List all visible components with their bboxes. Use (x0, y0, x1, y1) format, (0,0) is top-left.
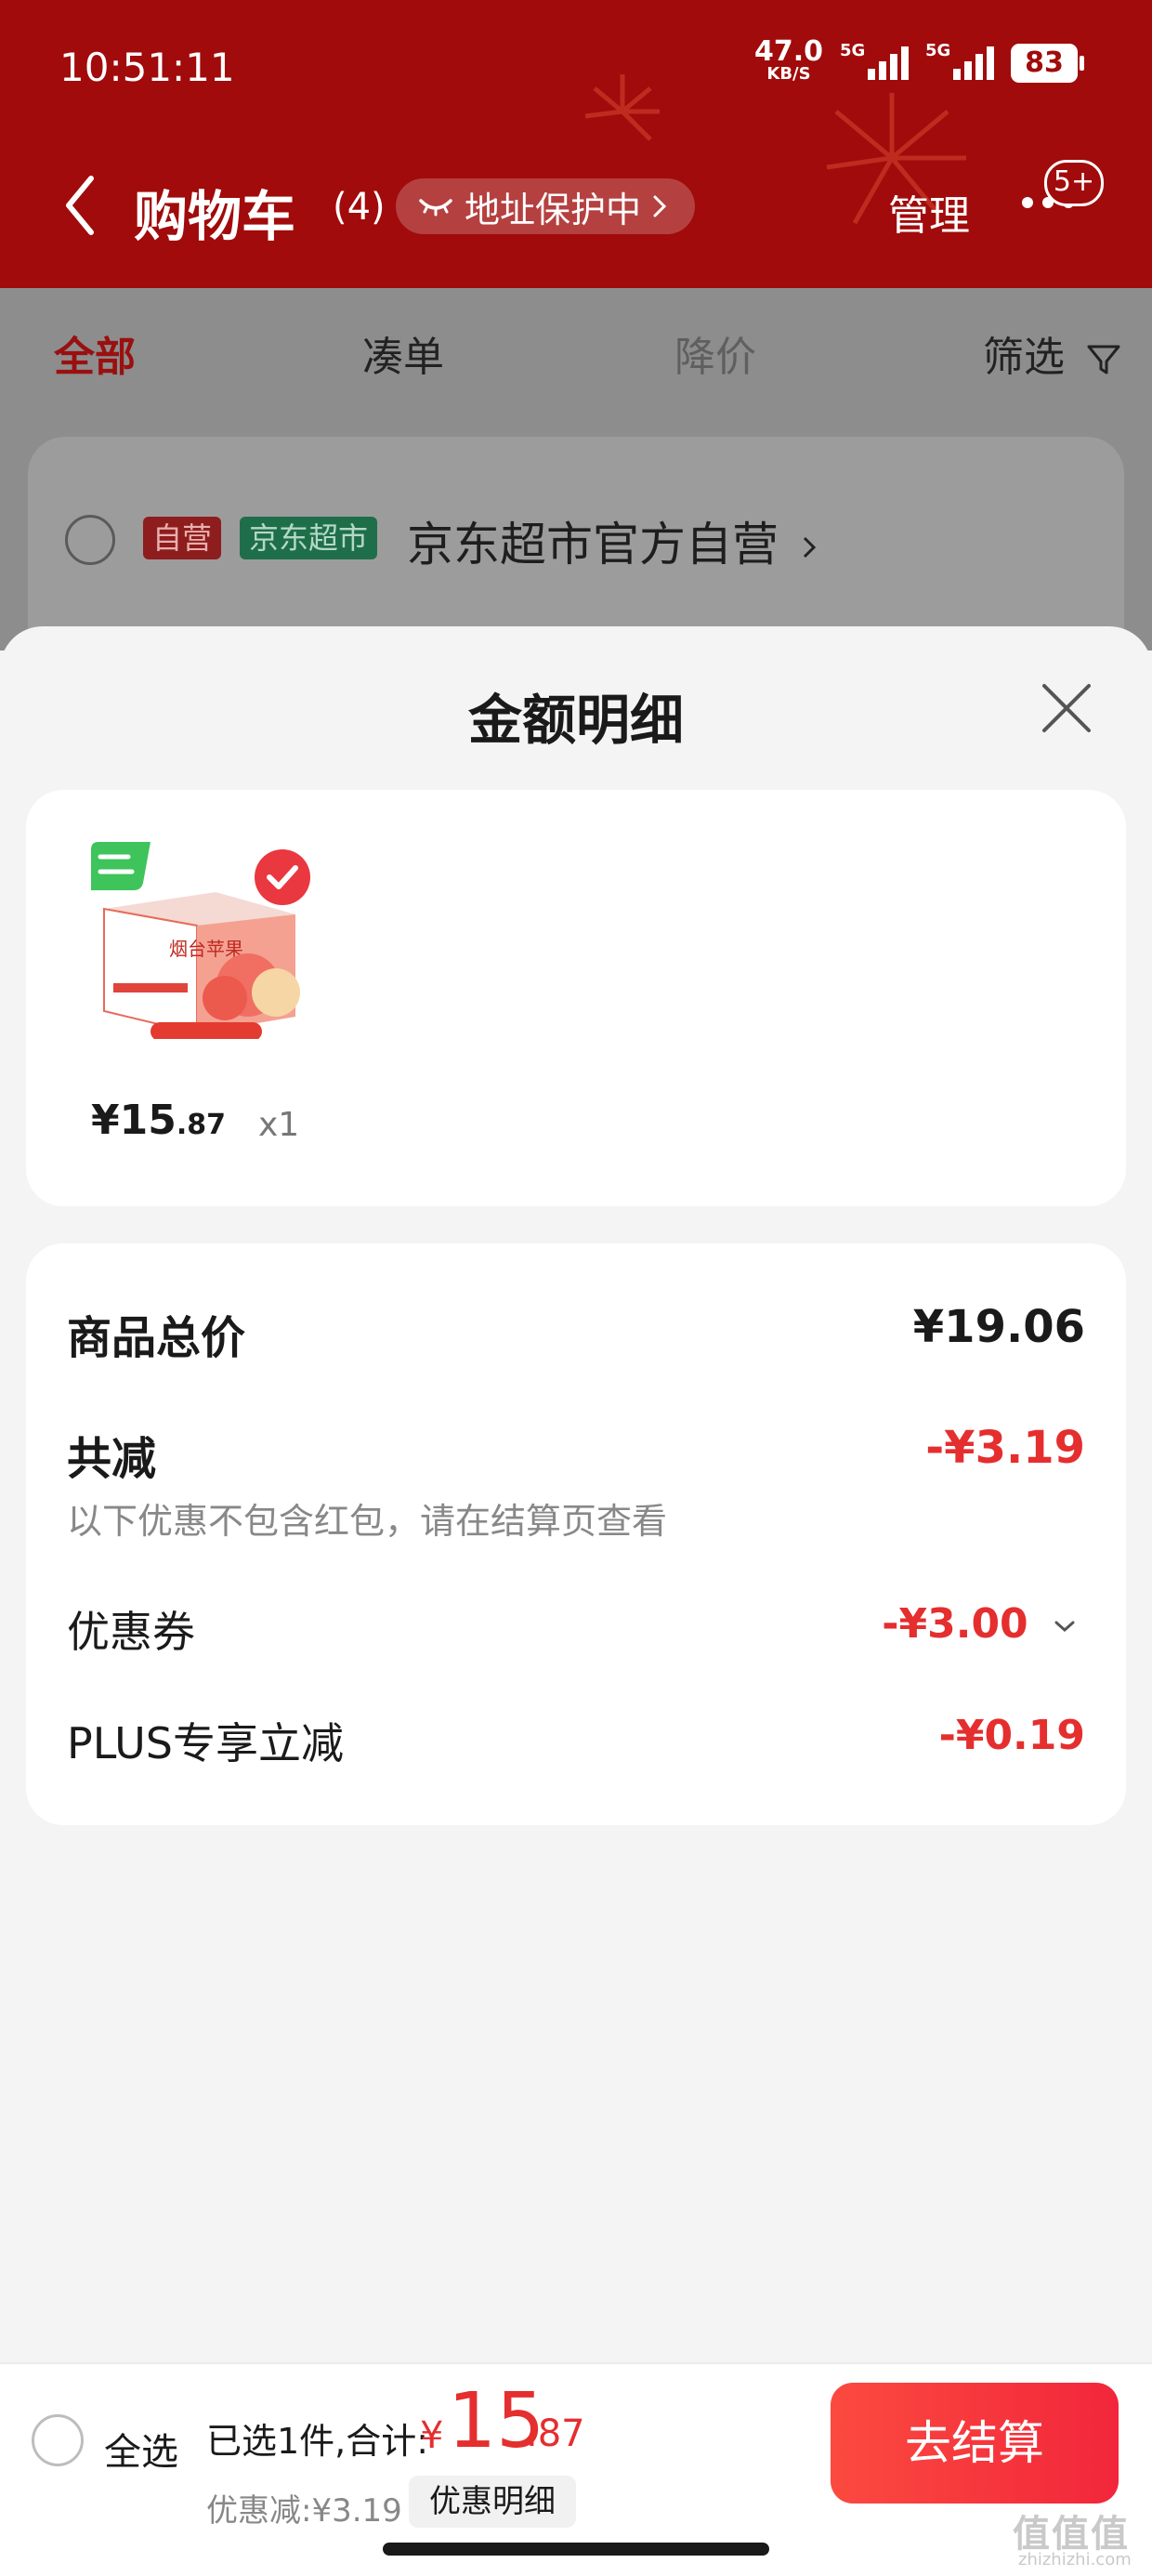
plus-discount-value: -¥0.19 (938, 1712, 1085, 1759)
dimmed-background[interactable]: 全部 凑单 降价 筛选 自营 京东超市 京东超市官方自营 (0, 288, 1152, 716)
signal-label: 5G (840, 41, 866, 60)
coupon-value: -¥3.00 (882, 1600, 1028, 1648)
tab-filter[interactable]: 筛选 (983, 323, 1122, 383)
tab-filter-label: 筛选 (983, 334, 1065, 381)
select-all-label[interactable]: 全选 (104, 2422, 178, 2476)
tab-all[interactable]: 全部 (54, 323, 136, 383)
firework-decoration (584, 74, 966, 225)
signal-icon-2: 5G (925, 41, 994, 80)
header: 10:51:11 47.0 KB/S 5G 5G 83 购物车 (4) 地址保护… (0, 0, 1152, 288)
plus-discount-label: PLUS专享立减 (67, 1718, 344, 1768)
tab-price-drop[interactable]: 降价 (674, 323, 756, 383)
filter-icon (1087, 345, 1120, 375)
sheet-title: 金额明细 (467, 689, 684, 752)
signal-icon: 5G (840, 41, 909, 80)
product-price-int: 15 (119, 1097, 177, 1144)
address-protection-label: 地址保护中 (465, 189, 642, 230)
selected-summary: 已选1件,合计: (206, 2421, 429, 2462)
network-speed-value: 47.0 (753, 35, 823, 68)
message-badge: 5+ (1044, 160, 1104, 206)
select-all-checkbox[interactable] (32, 2414, 84, 2466)
eye-closed-icon (419, 199, 452, 217)
page-title: 购物车 (134, 185, 296, 248)
total-currency: ¥ (420, 2414, 444, 2457)
battery-icon: 83 (1011, 44, 1084, 83)
total-reduction-value: -¥3.19 (925, 1422, 1085, 1474)
svg-text:烟台苹果: 烟台苹果 (169, 938, 243, 960)
filter-tabs: 全部 凑单 降价 筛选 (0, 323, 1152, 398)
product-price-dec: .87 (176, 1109, 227, 1141)
self-operated-tag: 自营 (143, 517, 222, 559)
total-amount-dec: .87 (526, 2412, 585, 2455)
checkout-bar: 全选 已选1件,合计: ¥ 15 .87 优惠减:¥3.19 优惠明细 去结算 (0, 2362, 1152, 2576)
chevron-right-icon (803, 536, 817, 559)
chevron-right-icon (653, 195, 667, 217)
product-quantity: x1 (258, 1106, 300, 1144)
product-price: ¥15.87 (91, 1097, 226, 1144)
price-summary-card: 商品总价 ¥19.06 共减 -¥3.19 以下优惠不包含红包，请在结算页查看 … (26, 1243, 1126, 1825)
cart-count: (4) (333, 186, 386, 229)
watermark-url: zhizhizhi.com (1018, 2550, 1132, 2569)
signal-label-2: 5G (925, 41, 951, 60)
store-name[interactable]: 京东超市官方自营 (407, 507, 818, 574)
product-price-symbol: ¥ (91, 1097, 120, 1144)
chevron-down-icon (1054, 1621, 1075, 1633)
supermarket-tag: 京东超市 (240, 517, 378, 559)
tab-combine[interactable]: 凑单 (362, 323, 444, 383)
amount-detail-sheet: 金额明细 烟台苹果 ¥15.87 x1 商品总价 ¥19.06 共减 -¥3.1… (0, 626, 1152, 2362)
home-indicator[interactable] (383, 2543, 769, 2556)
checkout-button[interactable]: 去结算 (831, 2383, 1119, 2504)
discount-summary: 优惠减:¥3.19 (206, 2492, 402, 2530)
coupon-label: 优惠券 (67, 1607, 195, 1657)
back-arrow-icon[interactable] (61, 173, 98, 238)
total-reduction-label: 共减 (67, 1433, 157, 1485)
close-icon[interactable] (1039, 680, 1094, 736)
store-name-label: 京东超市官方自营 (407, 518, 779, 572)
discount-detail-button[interactable]: 优惠明细 (409, 2476, 576, 2528)
address-protection-pill[interactable]: 地址保护中 (396, 178, 696, 234)
product-card: 烟台苹果 ¥15.87 x1 (26, 790, 1126, 1206)
manage-button[interactable]: 管理 (888, 182, 970, 242)
divider (0, 2362, 1152, 2364)
status-icons: 47.0 KB/S 5G 5G 83 (753, 35, 1084, 85)
total-price-value: ¥19.06 (912, 1301, 1085, 1353)
total-price-label: 商品总价 (67, 1312, 246, 1364)
store-checkbox[interactable] (65, 515, 115, 565)
coupon-row[interactable]: -¥3.00 (882, 1600, 1076, 1648)
network-speed: 47.0 KB/S (753, 35, 823, 85)
status-time: 10:51:11 (59, 45, 235, 90)
free-shipping-badge-icon (91, 842, 151, 890)
reduction-note: 以下优惠不包含红包，请在结算页查看 (67, 1501, 668, 1542)
